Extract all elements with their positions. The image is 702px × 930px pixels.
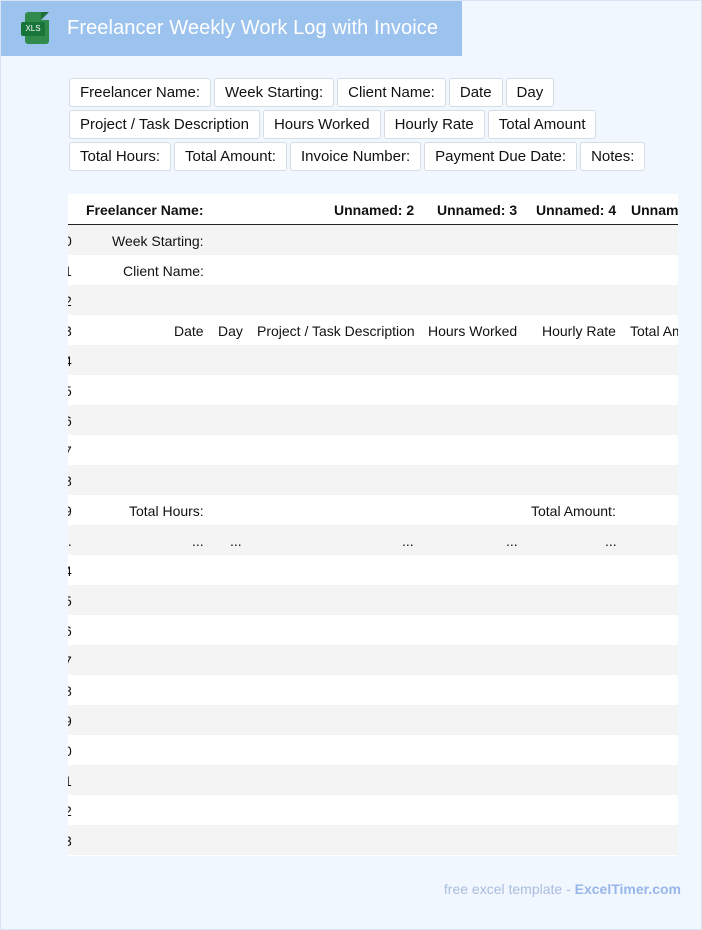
- table-row: 4: [68, 345, 678, 375]
- row-index: 7: [68, 443, 72, 459]
- chip-row-1: Freelancer Name: Week Starting: Client N…: [69, 78, 669, 107]
- row-index: 4: [68, 563, 72, 579]
- row-index: 0: [68, 743, 72, 759]
- footer-brand-link[interactable]: ExcelTimer.com: [575, 881, 681, 897]
- footer-credit: free excel template - ExcelTimer.com: [444, 881, 681, 897]
- table-row: 6: [68, 615, 678, 645]
- table-row: 1 Client Name:: [68, 255, 678, 285]
- chip: Total Hours:: [69, 142, 172, 171]
- row-index: 3: [68, 833, 72, 849]
- table-row: 0 Week Starting:: [68, 225, 678, 255]
- row-index: 7: [68, 653, 72, 669]
- cell: ...: [402, 533, 414, 549]
- column-header: Unnamed: 2: [334, 202, 415, 218]
- cell: Week Starting:: [112, 233, 204, 249]
- chip: Date: [448, 78, 503, 107]
- chip: Payment Due Date:: [424, 142, 578, 171]
- table-row: 9: [68, 705, 678, 735]
- chip: Hours Worked: [262, 110, 381, 139]
- table-row: 0: [68, 735, 678, 765]
- field-chips: Freelancer Name: Week Starting: Client N…: [69, 78, 669, 174]
- chip-row-2: Project / Task Description Hours Worked …: [69, 110, 669, 139]
- cell: Total Amount:: [531, 503, 616, 519]
- cell: ...: [192, 533, 204, 549]
- title-bar: XLS Freelancer Weekly Work Log with Invo…: [1, 1, 462, 56]
- row-index: 6: [68, 623, 72, 639]
- row-index: 1: [68, 263, 72, 279]
- table-row: 5: [68, 585, 678, 615]
- cell: ...: [605, 533, 617, 549]
- chip: Total Amount:: [174, 142, 287, 171]
- cell: ...: [230, 533, 242, 549]
- page-title: Freelancer Weekly Work Log with Invoice: [67, 17, 439, 39]
- chip: Hourly Rate: [383, 110, 485, 139]
- row-index: 5: [68, 593, 72, 609]
- table-row: 7: [68, 645, 678, 675]
- cell: Date: [174, 323, 204, 339]
- column-header: Freelancer Name:: [86, 202, 204, 218]
- chip: Notes:: [580, 142, 646, 171]
- table-row: 2: [68, 285, 678, 315]
- chip: Invoice Number:: [289, 142, 422, 171]
- row-index: 2: [68, 803, 72, 819]
- row-index: 6: [68, 413, 72, 429]
- table-row: 9 Total Hours: Total Amount:: [68, 495, 678, 525]
- chip: Client Name:: [337, 78, 446, 107]
- row-index: 1: [68, 773, 72, 789]
- data-table[interactable]: Freelancer Name: Unnamed: 2 Unnamed: 3 U…: [68, 194, 678, 856]
- cell: Hours Worked: [428, 323, 518, 339]
- table-row: 5: [68, 375, 678, 405]
- chip: Project / Task Description: [69, 110, 260, 139]
- cell: ...: [506, 533, 518, 549]
- row-index: 4: [68, 353, 72, 369]
- row-index: 9: [68, 503, 72, 519]
- table-row: 3 Date Day Project / Task Description Ho…: [68, 315, 678, 345]
- table-row: 7: [68, 435, 678, 465]
- row-index: 9: [68, 713, 72, 729]
- cell: Client Name:: [123, 263, 204, 279]
- table-row-ellipsis: .. ... ... ... ... ...: [68, 525, 678, 555]
- table-row: 8: [68, 675, 678, 705]
- table-row: 4: [68, 555, 678, 585]
- row-index: 8: [68, 683, 72, 699]
- footer-prefix: free excel template -: [443, 881, 571, 897]
- cell: Total Amount: [630, 323, 678, 339]
- excel-file-icon: XLS: [21, 11, 51, 46]
- table-row: 2: [68, 795, 678, 825]
- chip-row-3: Total Hours: Total Amount: Invoice Numbe…: [69, 142, 669, 171]
- chip: Freelancer Name:: [69, 78, 212, 107]
- table-row: 1: [68, 765, 678, 795]
- table-row: 3: [68, 825, 678, 855]
- cell: Day: [218, 323, 243, 339]
- table-header: Freelancer Name: Unnamed: 2 Unnamed: 3 U…: [68, 194, 678, 225]
- chip: Week Starting:: [214, 78, 335, 107]
- row-index: 2: [68, 293, 72, 309]
- row-index: 3: [68, 323, 72, 339]
- cell: Project / Task Description: [257, 323, 415, 339]
- chip: Day: [505, 78, 555, 107]
- row-index: 0: [68, 233, 72, 249]
- row-index: 8: [68, 473, 72, 489]
- table-row: 8: [68, 465, 678, 495]
- cell: Hourly Rate: [542, 323, 616, 339]
- row-index: ..: [68, 533, 72, 549]
- xls-badge: XLS: [21, 21, 45, 36]
- column-header: Unnamed: 3: [437, 202, 518, 218]
- table-row: 6: [68, 405, 678, 435]
- row-index: 5: [68, 383, 72, 399]
- chip: Total Amount: [487, 110, 597, 139]
- cell: Total Hours:: [129, 503, 204, 519]
- column-header: Unnamed: 5: [631, 202, 678, 218]
- column-header: Unnamed: 4: [536, 202, 617, 218]
